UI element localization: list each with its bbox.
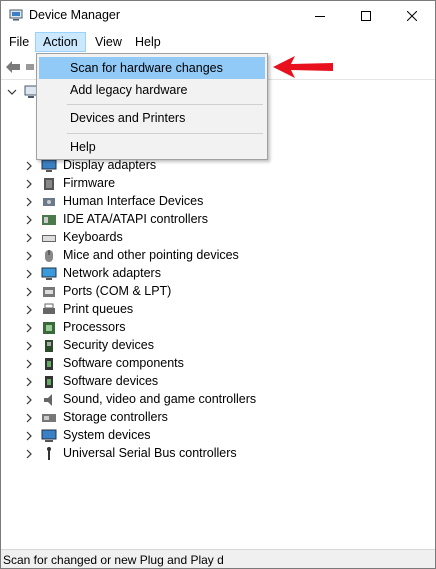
tree-item-label: Security devices xyxy=(63,338,155,352)
menu-bar: File Action View Help xyxy=(1,31,435,53)
tree-item-label: Storage controllers xyxy=(63,410,168,424)
tree-item-label: System devices xyxy=(63,428,151,442)
chevron-right-icon[interactable] xyxy=(25,161,33,171)
tree-item[interactable]: System devices xyxy=(1,427,301,445)
sound-icon xyxy=(44,394,52,406)
tree-item[interactable]: Processors xyxy=(1,319,301,337)
processor-icon xyxy=(43,322,55,334)
minimize-button[interactable] xyxy=(297,1,343,31)
tree-item-label: Sound, video and game controllers xyxy=(63,392,257,406)
tree-item[interactable]: Software devices xyxy=(1,373,301,391)
chevron-right-icon[interactable] xyxy=(25,323,33,333)
tree-item-label: Display adapters xyxy=(63,158,157,172)
software-component-icon xyxy=(45,358,53,370)
add-legacy-hardware-item[interactable]: Add legacy hardware xyxy=(39,79,265,101)
chevron-right-icon[interactable] xyxy=(25,413,33,423)
chevron-right-icon[interactable] xyxy=(25,215,33,225)
tree-item-label: Firmware xyxy=(63,176,116,190)
device-manager-window: Device Manager File Action View Help Dis… xyxy=(0,0,436,569)
keyboard-icon xyxy=(42,235,56,242)
red-arrow-icon xyxy=(273,56,333,78)
tree-item[interactable]: Network adapters xyxy=(1,265,301,283)
close-button[interactable] xyxy=(389,1,435,31)
maximize-button[interactable] xyxy=(343,1,389,31)
chevron-right-icon[interactable] xyxy=(25,305,33,315)
chevron-right-icon[interactable] xyxy=(25,359,33,369)
port-icon xyxy=(43,287,55,297)
tree-item[interactable]: IDE ATA/ATAPI controllers xyxy=(1,211,301,229)
network-adapter-icon xyxy=(41,267,57,280)
tree-item[interactable]: Keyboards xyxy=(1,229,301,247)
menu-action[interactable]: Action xyxy=(35,32,86,52)
chevron-right-icon[interactable] xyxy=(25,395,33,405)
usb-icon xyxy=(47,447,51,460)
devices-and-printers-item[interactable]: Devices and Printers xyxy=(39,107,265,129)
software-device-icon xyxy=(45,376,53,388)
maximize-icon xyxy=(361,11,371,21)
printer-icon xyxy=(43,303,55,314)
tree-item-label: Software components xyxy=(63,356,184,370)
chevron-right-icon[interactable] xyxy=(25,287,33,297)
window-title: Device Manager xyxy=(29,8,121,22)
tree-item-label: Keyboards xyxy=(63,230,123,244)
chevron-right-icon[interactable] xyxy=(25,251,33,261)
system-device-icon xyxy=(41,429,57,442)
tree-item[interactable]: Security devices xyxy=(1,337,301,355)
ide-controller-icon xyxy=(42,215,56,225)
display-adapter-icon xyxy=(41,159,57,172)
title-bar[interactable]: Device Manager xyxy=(1,1,435,31)
tree-item-label: Universal Serial Bus controllers xyxy=(63,446,237,460)
chevron-right-icon[interactable] xyxy=(25,449,33,459)
tree-item[interactable]: Sound, video and game controllers xyxy=(1,391,301,409)
chevron-right-icon[interactable] xyxy=(25,341,33,351)
chevron-right-icon[interactable] xyxy=(25,179,33,189)
menu-file[interactable]: File xyxy=(2,32,36,52)
action-dropdown-menu: Scan for hardware changes Add legacy har… xyxy=(36,53,268,160)
tree-item[interactable]: Software components xyxy=(1,355,301,373)
menu-separator xyxy=(67,104,263,105)
status-text: Scan for changed or new Plug and Play d xyxy=(3,553,224,567)
tree-item[interactable]: Universal Serial Bus controllers xyxy=(1,445,301,463)
storage-controller-icon xyxy=(42,414,56,422)
chevron-right-icon[interactable] xyxy=(25,377,33,387)
tree-item-label: Human Interface Devices xyxy=(63,194,204,208)
tree-item-label: Print queues xyxy=(63,302,134,316)
chevron-right-icon[interactable] xyxy=(25,197,33,207)
tree-item[interactable]: Storage controllers xyxy=(1,409,301,427)
tree-item[interactable]: Human Interface Devices xyxy=(1,193,301,211)
help-item[interactable]: Help xyxy=(39,136,265,158)
tree-item[interactable]: Ports (COM & LPT) xyxy=(1,283,301,301)
tree-item-label: Network adapters xyxy=(63,266,161,280)
tree-item[interactable]: Print queues xyxy=(1,301,301,319)
tree-item-label: Mice and other pointing devices xyxy=(63,248,239,262)
forward-arrow-icon[interactable] xyxy=(25,60,35,74)
menu-separator xyxy=(67,133,263,134)
menu-view[interactable]: View xyxy=(88,32,129,52)
mouse-icon xyxy=(45,250,53,262)
tree-item-label: Software devices xyxy=(63,374,159,388)
hid-icon xyxy=(43,198,55,206)
device-manager-app-icon xyxy=(9,9,23,21)
tree-item-label: Processors xyxy=(63,320,126,334)
close-icon xyxy=(407,11,417,21)
scan-hardware-changes-item[interactable]: Scan for hardware changes xyxy=(39,57,265,79)
chevron-right-icon[interactable] xyxy=(25,431,33,441)
tree-item-label: IDE ATA/ATAPI controllers xyxy=(63,212,208,226)
menu-help[interactable]: Help xyxy=(128,32,168,52)
chevron-right-icon[interactable] xyxy=(25,269,33,279)
minimize-icon xyxy=(315,16,325,17)
firmware-icon xyxy=(44,178,54,190)
chevron-right-icon[interactable] xyxy=(25,233,33,243)
tree-item-label: Ports (COM & LPT) xyxy=(63,284,172,298)
back-arrow-icon[interactable] xyxy=(5,60,21,74)
tree-item[interactable]: Firmware xyxy=(1,175,301,193)
status-bar: Scan for changed or new Plug and Play d xyxy=(1,549,435,568)
tree-item[interactable]: Mice and other pointing devices xyxy=(1,247,301,265)
security-device-icon xyxy=(45,340,53,352)
chevron-down-icon[interactable] xyxy=(7,87,17,97)
